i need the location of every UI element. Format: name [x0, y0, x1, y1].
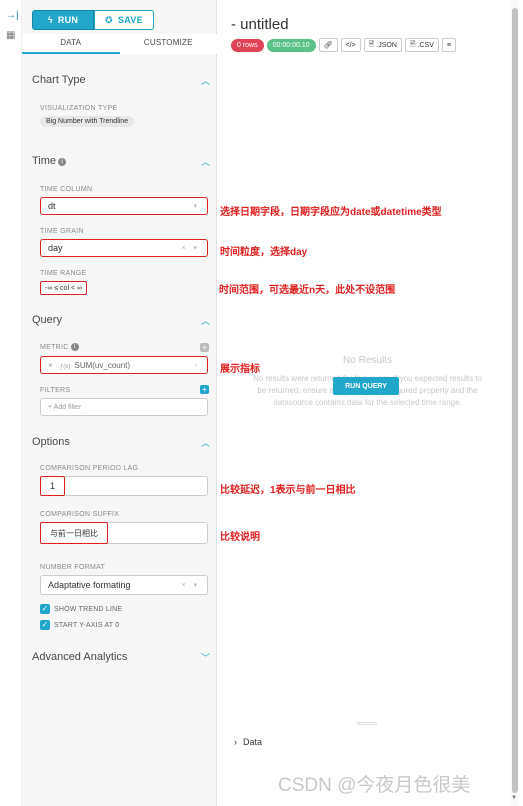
number-format-label: NUMBER FORMAT — [40, 564, 106, 571]
resize-handle[interactable] — [357, 722, 377, 725]
code-icon: </> — [345, 41, 356, 49]
function-icon: ƒ(x) — [59, 363, 71, 370]
section-title: Chart Type — [32, 74, 86, 86]
csv-label: .CSV — [417, 41, 434, 49]
run-label: RUN — [57, 15, 79, 25]
info-icon: i — [70, 343, 79, 351]
filters-label: FILTERS — [40, 387, 71, 394]
section-title: Time i — [32, 155, 67, 167]
number-format-value: Adaptative formating — [48, 580, 131, 590]
dataset-grid-icon[interactable]: ▦ — [6, 30, 15, 41]
action-buttons: ϟ RUN ✪ SAVE — [32, 10, 154, 30]
clear-and-chevron-icon: × ▾ — [181, 582, 200, 589]
left-rail: →| ▦ — [0, 0, 22, 806]
chevron-up-icon[interactable]: ︿ — [201, 436, 210, 449]
metric-select[interactable]: × ƒ(x) SUM(uv_count) › — [40, 356, 208, 374]
comparison-suffix-label: COMPARISON SUFFIX — [40, 511, 120, 518]
info-icon: i — [58, 158, 67, 166]
time-grain-select[interactable]: day × ▾ — [40, 239, 208, 257]
chevron-up-icon[interactable]: ︿ — [201, 155, 210, 168]
section-title: Advanced Analytics — [32, 651, 128, 663]
save-icon: ✪ — [105, 14, 113, 25]
chart-title[interactable]: - untitled — [231, 16, 289, 33]
chevron-up-icon[interactable]: ︿ — [201, 74, 210, 87]
collapse-panel-icon[interactable]: →| — [6, 10, 19, 21]
tab-customize[interactable]: CUSTOMIZE — [120, 34, 218, 54]
chevron-right-icon: › — [194, 361, 200, 369]
bolt-icon: ϟ — [47, 15, 53, 25]
scrollbar-thumb[interactable] — [512, 8, 518, 793]
run-button[interactable]: ϟ RUN — [32, 10, 94, 30]
add-metric-icon[interactable]: + — [200, 343, 209, 352]
viz-type-pill[interactable]: Big Number with Trendline — [40, 116, 135, 127]
file-icon: 🗎︎ — [368, 40, 375, 48]
add-filter-button[interactable]: + Add filter — [40, 398, 208, 416]
annotation-time-column: 选择日期字段，日期字段应为date或datetime类型 — [220, 207, 442, 218]
comparison-suffix-input[interactable]: 与前一日相比 — [40, 522, 208, 544]
run-query-button[interactable]: RUN QUERY — [333, 377, 399, 395]
no-results-title: No Results — [343, 355, 392, 366]
chevron-down-icon: ▾ — [193, 203, 200, 210]
metric-chip: × ƒ(x) SUM(uv_count) — [48, 361, 130, 370]
save-label: SAVE — [117, 15, 143, 25]
hamburger-icon: ≡ — [446, 41, 451, 49]
comparison-suffix-value: 与前一日相比 — [40, 522, 108, 544]
advanced-analytics-section-header[interactable]: Advanced Analytics ﹀ — [32, 649, 210, 665]
show-trend-line-label: SHOW TREND LINE — [54, 606, 123, 613]
time-section-header[interactable]: Time i ︿ — [32, 153, 210, 169]
control-panel: ϟ RUN ✪ SAVE DATA CUSTOMIZE Chart Type ︿… — [22, 0, 217, 806]
time-range-label: TIME RANGE — [40, 270, 87, 277]
json-label: .JSON — [376, 41, 397, 49]
chevron-right-icon: › — [234, 737, 237, 747]
scroll-down-icon[interactable]: ▼ — [511, 795, 517, 801]
data-panel-toggle[interactable]: › Data — [234, 737, 262, 747]
chart-header-toolbar: 0 rows 00:00:00.10 🔗︎ </> 🗎︎ .JSON 🗎︎ .CSV… — [231, 38, 456, 52]
embed-button[interactable]: </> — [340, 38, 361, 52]
chevron-up-icon[interactable]: ︿ — [201, 314, 210, 327]
section-title: Query — [32, 314, 62, 326]
options-section-header[interactable]: Options ︿ — [32, 434, 210, 450]
time-column-value: dt — [48, 201, 56, 211]
link-icon: 🔗︎ — [323, 42, 333, 49]
data-label: Data — [243, 737, 263, 747]
file-icon: 🗎︎ — [409, 40, 416, 48]
annotation-suffix: 比较说明 — [220, 532, 260, 543]
query-time-badge: 00:00:00.10 — [266, 38, 316, 52]
chevron-down-icon[interactable]: ﹀ — [201, 651, 210, 664]
viz-type-label: VISUALIZATION TYPE — [40, 105, 118, 112]
query-section-header[interactable]: Query ︿ — [32, 312, 210, 328]
comparison-lag-input[interactable]: 1 — [40, 476, 208, 496]
time-grain-label: TIME GRAIN — [40, 228, 84, 235]
clear-and-chevron-icon: × ▾ — [181, 245, 200, 252]
watermark: CSDN @今夜月色很美 — [278, 775, 471, 796]
panel-tabs: DATA CUSTOMIZE — [22, 34, 217, 54]
comparison-lag-label: COMPARISON PERIOD LAG — [40, 465, 139, 472]
number-format-select[interactable]: Adaptative formating × ▾ — [40, 575, 208, 595]
start-y-axis-checkbox[interactable]: ✓ — [40, 620, 50, 630]
annotation-time-range: 时间范围，可选最近n天，此处不设范围 — [219, 285, 396, 296]
time-grain-value: day — [48, 243, 63, 253]
section-title: Options — [32, 436, 70, 448]
metric-value: SUM(uv_count) — [74, 360, 131, 370]
annotation-time-grain: 时间粒度，选择day — [220, 247, 308, 258]
annotation-lag: 比较延迟，1表示与前一日相比 — [220, 485, 356, 496]
metric-label: METRIC i — [40, 343, 79, 351]
chart-type-section-header[interactable]: Chart Type ︿ — [32, 72, 210, 88]
more-menu-button[interactable]: ≡ — [441, 38, 456, 52]
save-button[interactable]: ✪ SAVE — [94, 10, 154, 30]
show-trend-line-checkbox[interactable]: ✓ — [40, 604, 50, 614]
add-filter-icon[interactable]: + — [200, 385, 209, 394]
remove-icon[interactable]: × — [48, 361, 53, 370]
time-range-button[interactable]: -∞ ≤ col < ∞ — [40, 281, 87, 295]
comparison-lag-value: 1 — [40, 476, 66, 496]
link-button[interactable]: 🔗︎ — [318, 38, 338, 52]
export-json-button[interactable]: 🗎︎ .JSON — [363, 38, 402, 52]
export-csv-button[interactable]: 🗎︎ .CSV — [404, 38, 439, 52]
start-y-axis-label: START Y-AXIS AT 0 — [54, 622, 120, 629]
row-count-badge: 0 rows — [231, 38, 264, 52]
time-column-label: TIME COLUMN — [40, 186, 93, 193]
tab-data[interactable]: DATA — [22, 34, 120, 54]
time-column-select[interactable]: dt ▾ — [40, 197, 208, 215]
